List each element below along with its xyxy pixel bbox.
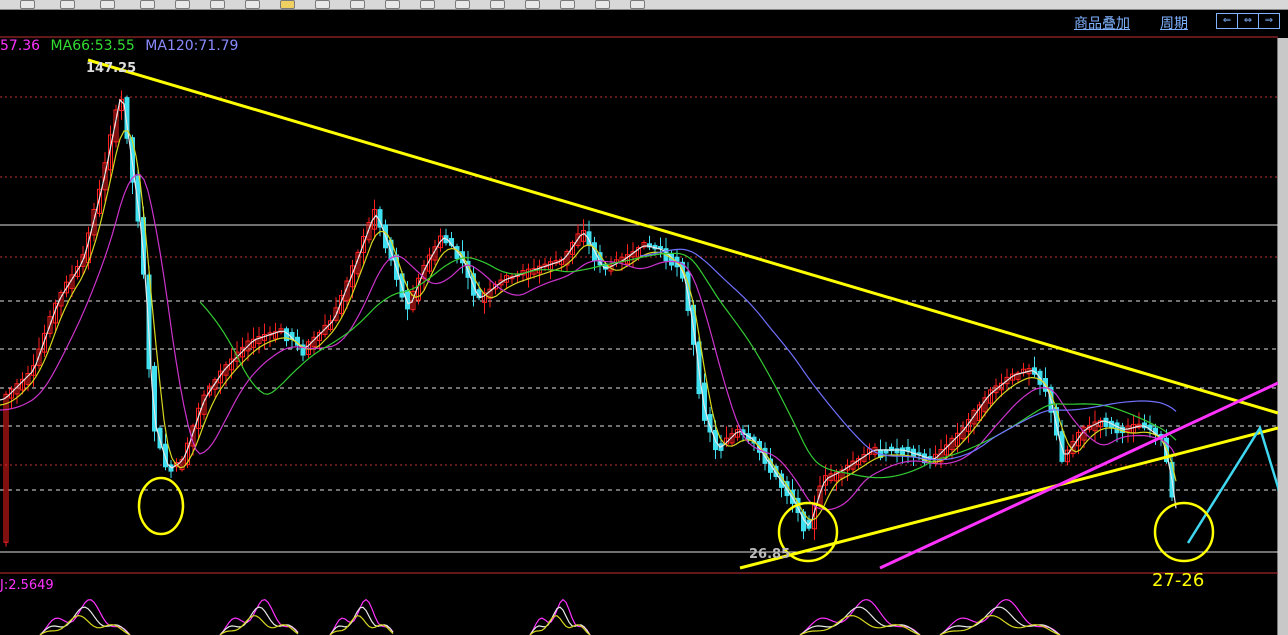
- low-price-label: 26.85: [749, 547, 790, 562]
- candle-body: [163, 443, 168, 468]
- target-range-label: 27-26: [1152, 570, 1204, 591]
- resistance-trendline: [87, 58, 1278, 415]
- low-circle: [137, 476, 185, 536]
- indicator-wave: [939, 598, 1061, 635]
- candle-body: [900, 447, 905, 455]
- support-trendline: [739, 426, 1278, 570]
- price-chart: 147.25 26.85 27-26: [0, 36, 1278, 635]
- indicator-wave: [39, 599, 131, 635]
- vertical-scrollbar[interactable]: [1277, 38, 1288, 635]
- projection-path: [1186, 425, 1278, 544]
- ma-line-blue: [639, 248, 1177, 461]
- indicator-wave: [529, 598, 591, 635]
- indicator-label: J:2.5649: [0, 578, 54, 593]
- high-price-label: 147.25: [86, 61, 136, 76]
- support-trendline-2: [879, 381, 1278, 570]
- indicator-wave: [329, 615, 394, 635]
- indicator-wave: [799, 598, 921, 635]
- candle-body: [894, 448, 900, 454]
